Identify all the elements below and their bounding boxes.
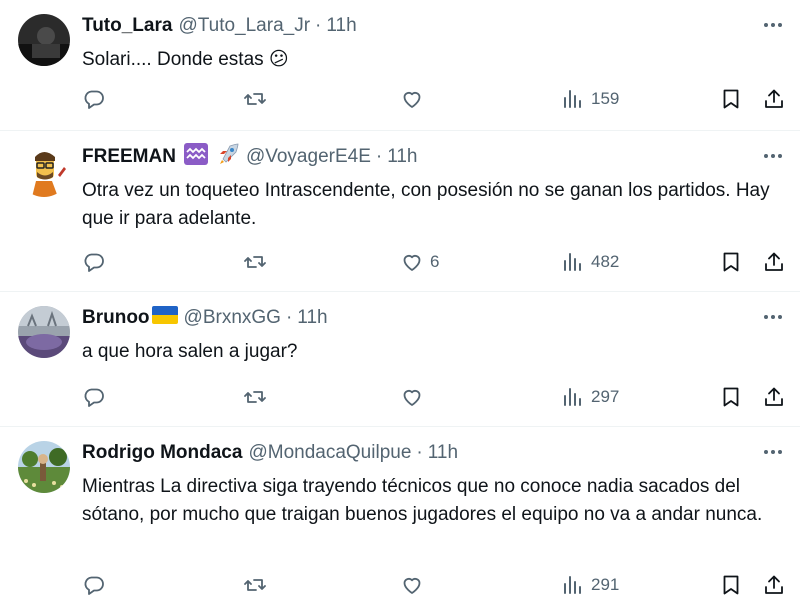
timestamp[interactable]: 11h <box>387 146 417 168</box>
bookmark-icon <box>719 87 743 111</box>
avatar[interactable] <box>18 441 70 493</box>
separator: · <box>315 15 322 36</box>
views-button[interactable]: 159 <box>561 86 619 112</box>
grey-photo-avatar-icon <box>18 306 70 358</box>
tweet-text: Mientras La directiva siga trayendo técn… <box>82 476 763 525</box>
timestamp[interactable]: 11h <box>297 307 327 329</box>
avatar[interactable] <box>18 306 70 358</box>
share-icon <box>762 385 786 409</box>
reply-icon <box>82 87 106 111</box>
separator: · <box>416 442 423 463</box>
like-button[interactable]: 6 <box>400 249 439 275</box>
reply-button[interactable] <box>82 572 106 598</box>
share-icon <box>762 87 786 111</box>
garden-photo-avatar-icon <box>18 441 70 493</box>
share-icon <box>762 250 786 274</box>
separator: · <box>285 307 293 328</box>
ukraine-flag-icon <box>151 306 178 330</box>
retweet-icon <box>243 250 267 274</box>
user-handle[interactable]: @VoyagerE4E <box>246 146 371 168</box>
tweet-item[interactable]: Brunoo @BrxnxGG · 11h a que hora salen a… <box>0 292 800 427</box>
heart-icon <box>400 385 424 409</box>
share-icon <box>762 573 786 597</box>
heart-icon <box>400 87 424 111</box>
user-handle[interactable]: @BrxnxGG <box>184 307 281 329</box>
tweet-item[interactable]: FREEMAN @VoyagerE4E · 11h Otra vez un to… <box>0 131 800 292</box>
tweet-item[interactable]: Tuto_Lara @Tuto_Lara_Jr · 11h Solari....… <box>0 0 800 131</box>
avatar[interactable] <box>18 14 70 66</box>
user-handle[interactable]: @MondacaQuilpue <box>248 442 411 464</box>
like-button[interactable] <box>400 384 430 410</box>
share-button[interactable] <box>762 86 786 112</box>
display-name[interactable]: Tuto_Lara <box>82 15 172 37</box>
views-button[interactable]: 297 <box>561 384 619 410</box>
tweet-text: Solari.... Donde estas 😕 <box>82 49 289 70</box>
analytics-icon <box>561 250 585 274</box>
bookmark-icon <box>719 250 743 274</box>
retweet-button[interactable] <box>243 384 267 410</box>
display-name[interactable]: Rodrigo Mondaca <box>82 442 242 464</box>
more-options-icon[interactable] <box>760 306 786 328</box>
heart-icon <box>400 250 424 274</box>
share-button[interactable] <box>762 249 786 275</box>
analytics-icon <box>561 385 585 409</box>
like-count: 6 <box>430 252 440 271</box>
user-handle[interactable]: @Tuto_Lara_Jr <box>178 15 310 37</box>
bookmark-button[interactable] <box>719 249 743 275</box>
reply-button[interactable] <box>82 249 106 275</box>
retweet-button[interactable] <box>243 86 267 112</box>
view-count: 159 <box>591 89 620 108</box>
reply-button[interactable] <box>82 384 106 410</box>
timestamp[interactable]: 11h <box>326 15 356 37</box>
bookmark-button[interactable] <box>719 86 743 112</box>
like-button[interactable] <box>400 572 430 598</box>
separator: · <box>375 146 383 167</box>
more-options-icon[interactable] <box>760 441 786 463</box>
retweet-icon <box>243 385 267 409</box>
dark-photo-avatar-icon <box>18 14 70 66</box>
tweet-text: a que hora salen a jugar? <box>82 341 298 362</box>
reply-feed: Tuto_Lara @Tuto_Lara_Jr · 11h Solari....… <box>0 0 800 602</box>
analytics-icon <box>561 573 585 597</box>
heart-icon <box>400 573 424 597</box>
display-name[interactable]: Brunoo <box>82 307 150 329</box>
tweet-text: Otra vez un toqueteo Intrascendente, con… <box>82 180 770 229</box>
share-button[interactable] <box>762 572 786 598</box>
display-name[interactable]: FREEMAN <box>82 146 176 168</box>
retweet-button[interactable] <box>243 249 267 275</box>
aquarius-badge-icon <box>183 143 208 171</box>
view-count: 297 <box>591 387 620 406</box>
reply-button[interactable] <box>82 86 106 112</box>
bookmark-icon <box>719 385 743 409</box>
bookmark-button[interactable] <box>719 572 743 598</box>
tweet-item[interactable]: Rodrigo Mondaca @MondacaQuilpue · 11h Mi… <box>0 427 800 602</box>
cartoon-freeman-avatar-icon <box>18 145 70 197</box>
retweet-icon <box>243 573 267 597</box>
views-button[interactable]: 482 <box>561 249 619 275</box>
analytics-icon <box>561 87 585 111</box>
view-count: 482 <box>591 252 620 271</box>
bookmark-button[interactable] <box>719 384 743 410</box>
more-options-icon[interactable] <box>760 14 786 36</box>
timestamp[interactable]: 11h <box>428 442 458 464</box>
reply-icon <box>82 250 106 274</box>
like-button[interactable] <box>400 86 430 112</box>
view-count: 291 <box>591 575 620 594</box>
share-button[interactable] <box>762 384 786 410</box>
more-options-icon[interactable] <box>760 145 786 167</box>
bookmark-icon <box>719 573 743 597</box>
views-button[interactable]: 291 <box>561 572 619 598</box>
retweet-button[interactable] <box>243 572 267 598</box>
reply-icon <box>82 385 106 409</box>
reply-icon <box>82 573 106 597</box>
avatar[interactable] <box>18 145 70 197</box>
retweet-icon <box>243 87 267 111</box>
rocket-badge-icon <box>216 142 240 172</box>
